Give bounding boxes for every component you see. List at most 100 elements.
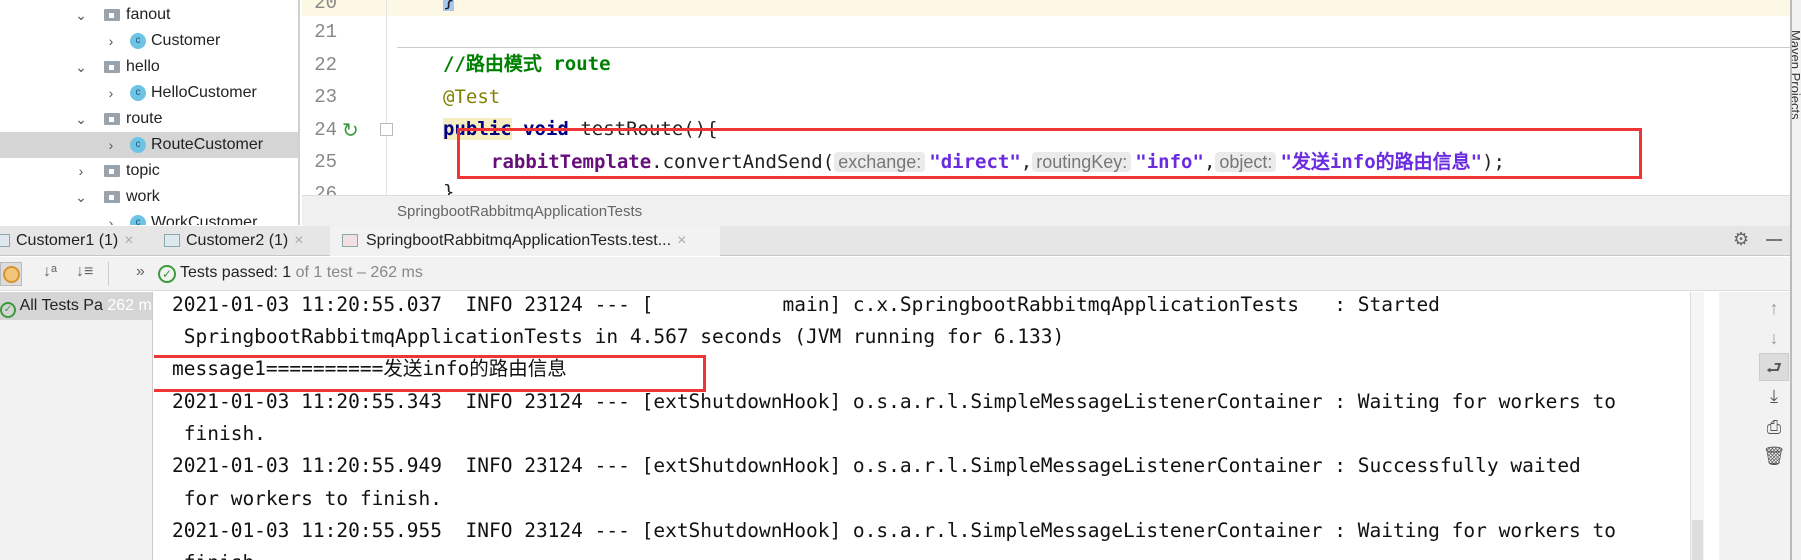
breadcrumb[interactable]: SpringbootRabbitmqApplicationTests	[302, 195, 1790, 226]
line-number: 24	[314, 119, 337, 141]
close-icon[interactable]: ×	[294, 232, 303, 249]
show-passed-toggle[interactable]	[0, 262, 22, 286]
chevron-down-icon[interactable]: ⌄	[74, 184, 88, 210]
console-icon	[0, 234, 10, 247]
tree-item-hellocustomer[interactable]: › c HelloCustomer	[0, 80, 298, 106]
divider	[108, 262, 109, 286]
test-node-label: All Tests Pa	[19, 297, 103, 314]
scroll-to-end-icon[interactable]: ⤓	[1759, 382, 1789, 410]
closing-brace: }	[443, 181, 455, 195]
more-icon[interactable]: »	[136, 263, 145, 281]
console-line: finish.	[172, 547, 266, 560]
close-icon[interactable]: ×	[677, 232, 686, 249]
code-comment: //路由模式 route	[443, 53, 611, 75]
tab-customer1[interactable]: Customer1 (1) ×	[0, 226, 145, 256]
chevron-right-icon[interactable]: ›	[104, 132, 118, 158]
test-icon	[342, 234, 358, 247]
tab-test-run[interactable]: SpringbootRabbitmqApplicationTests.test.…	[330, 226, 720, 256]
tree-label: HelloCustomer	[151, 84, 257, 101]
code-editor[interactable]: 20 21 22 23 24 25 26 ↻ } //路由模式 route @T…	[302, 0, 1790, 195]
folder-icon	[104, 9, 120, 21]
chevron-down-icon[interactable]: ⌄	[74, 54, 88, 80]
chevron-right-icon[interactable]: ›	[104, 210, 118, 225]
gear-icon[interactable]: ⚙	[1733, 229, 1749, 250]
sort-duration-icon[interactable]: ↓≡	[76, 263, 93, 281]
fold-icon[interactable]	[380, 123, 393, 136]
scrollbar[interactable]	[1690, 292, 1704, 560]
line-number: 23	[314, 86, 337, 108]
tree-label: work	[126, 188, 160, 205]
status-count: 1	[282, 264, 292, 281]
tree-label: WorkCustomer	[151, 214, 258, 225]
highlight-box	[154, 355, 706, 392]
console-line: 2021-01-03 11:20:55.955 INFO 23124 --- […	[172, 519, 1617, 542]
code-annotation: @Test	[443, 86, 501, 108]
chevron-right-icon[interactable]: ›	[104, 80, 118, 106]
chevron-down-icon[interactable]: ⌄	[74, 2, 88, 28]
closing-brace: }	[443, 0, 455, 11]
project-tree: ⌄ fanout › c Customer ⌄ hello › c HelloCustome…	[0, 0, 300, 225]
line-number: 25	[314, 151, 337, 173]
tree-item-customer[interactable]: › c Customer	[0, 28, 298, 54]
tree-item-fanout[interactable]: ⌄ fanout	[0, 2, 298, 28]
line-number: 20	[314, 0, 337, 14]
tree-label: hello	[126, 58, 160, 75]
print-icon[interactable]: ⎙	[1759, 413, 1789, 441]
console-line: finish.	[172, 422, 266, 445]
right-tool-strip: Maven Projects	[1790, 0, 1801, 560]
tab-label: Customer2 (1)	[186, 232, 289, 249]
tree-label: topic	[126, 162, 160, 179]
arrow-down-icon[interactable]: ↓	[1759, 324, 1789, 352]
test-node-all[interactable]: ✓ All Tests Pa 262 ms	[0, 292, 152, 320]
class-icon: c	[130, 137, 146, 153]
tree-item-route[interactable]: ⌄ route	[0, 106, 298, 132]
tree-label: RouteCustomer	[151, 136, 264, 153]
trash-icon[interactable]: 🗑	[1759, 442, 1789, 470]
tab-label: SpringbootRabbitmqApplicationTests.test.…	[366, 232, 672, 249]
arrow-up-icon[interactable]: ↑	[1759, 294, 1789, 322]
tree-label: route	[126, 110, 163, 127]
console-tools: ↑ ↓ ⮐ ⤓ ⎙ 🗑	[1719, 292, 1790, 560]
test-node-time: 262 ms	[107, 297, 152, 314]
status-prefix: Tests passed:	[180, 264, 278, 281]
class-icon: c	[130, 85, 146, 101]
run-test-icon[interactable]: ↻	[342, 118, 359, 143]
test-results-tree: ✓ All Tests Pa 262 ms	[0, 292, 153, 560]
tab-label: Customer1 (1)	[16, 232, 119, 249]
chevron-down-icon[interactable]: ⌄	[74, 106, 88, 132]
tree-item-routecustomer[interactable]: › c RouteCustomer	[0, 132, 298, 158]
line-number: 22	[314, 54, 337, 76]
sort-alpha-icon[interactable]: ↓ᵃ	[43, 263, 57, 281]
folder-icon	[104, 113, 120, 125]
class-icon: c	[130, 33, 146, 49]
folder-icon	[104, 165, 120, 177]
chevron-right-icon[interactable]: ›	[74, 158, 88, 184]
console-line: 2021-01-03 11:20:55.037 INFO 23124 --- […	[172, 293, 1440, 316]
class-icon: c	[130, 215, 146, 225]
console-output[interactable]: 2021-01-03 11:20:55.037 INFO 23124 --- […	[154, 292, 1719, 560]
tree-label: fanout	[126, 6, 171, 23]
run-tab-bar: Customer1 (1) × Customer2 (1) × Springboot…	[0, 226, 1790, 256]
line-number: 21	[314, 21, 337, 43]
console-line: for workers to finish.	[172, 487, 443, 510]
folder-icon	[104, 61, 120, 73]
tree-label: Customer	[151, 32, 221, 49]
console-icon	[164, 234, 180, 247]
tree-item-workcustomer[interactable]: › c WorkCustomer	[0, 210, 298, 225]
test-toolbar: ↓ᵃ ↓≡ » ✓ Tests passed: 1 of 1 test – 26…	[0, 257, 1790, 291]
tree-item-hello[interactable]: ⌄ hello	[0, 54, 298, 80]
tree-item-topic[interactable]: › topic	[0, 158, 298, 184]
status-rest: of 1 test – 262 ms	[295, 264, 423, 281]
chevron-right-icon[interactable]: ›	[104, 28, 118, 54]
soft-wrap-icon[interactable]: ⮐	[1759, 353, 1789, 381]
maven-projects-tab[interactable]: Maven Projects	[1792, 30, 1801, 120]
check-icon: ✓	[158, 265, 176, 283]
tree-item-work[interactable]: ⌄ work	[0, 184, 298, 210]
minimize-icon[interactable]	[1766, 239, 1782, 241]
line-number: 26	[314, 183, 337, 195]
close-icon[interactable]: ×	[124, 232, 133, 249]
gutter-divider	[386, 0, 387, 195]
folder-icon	[104, 191, 120, 203]
tab-customer2[interactable]: Customer2 (1) ×	[160, 226, 320, 256]
check-icon: ✓	[0, 302, 16, 318]
